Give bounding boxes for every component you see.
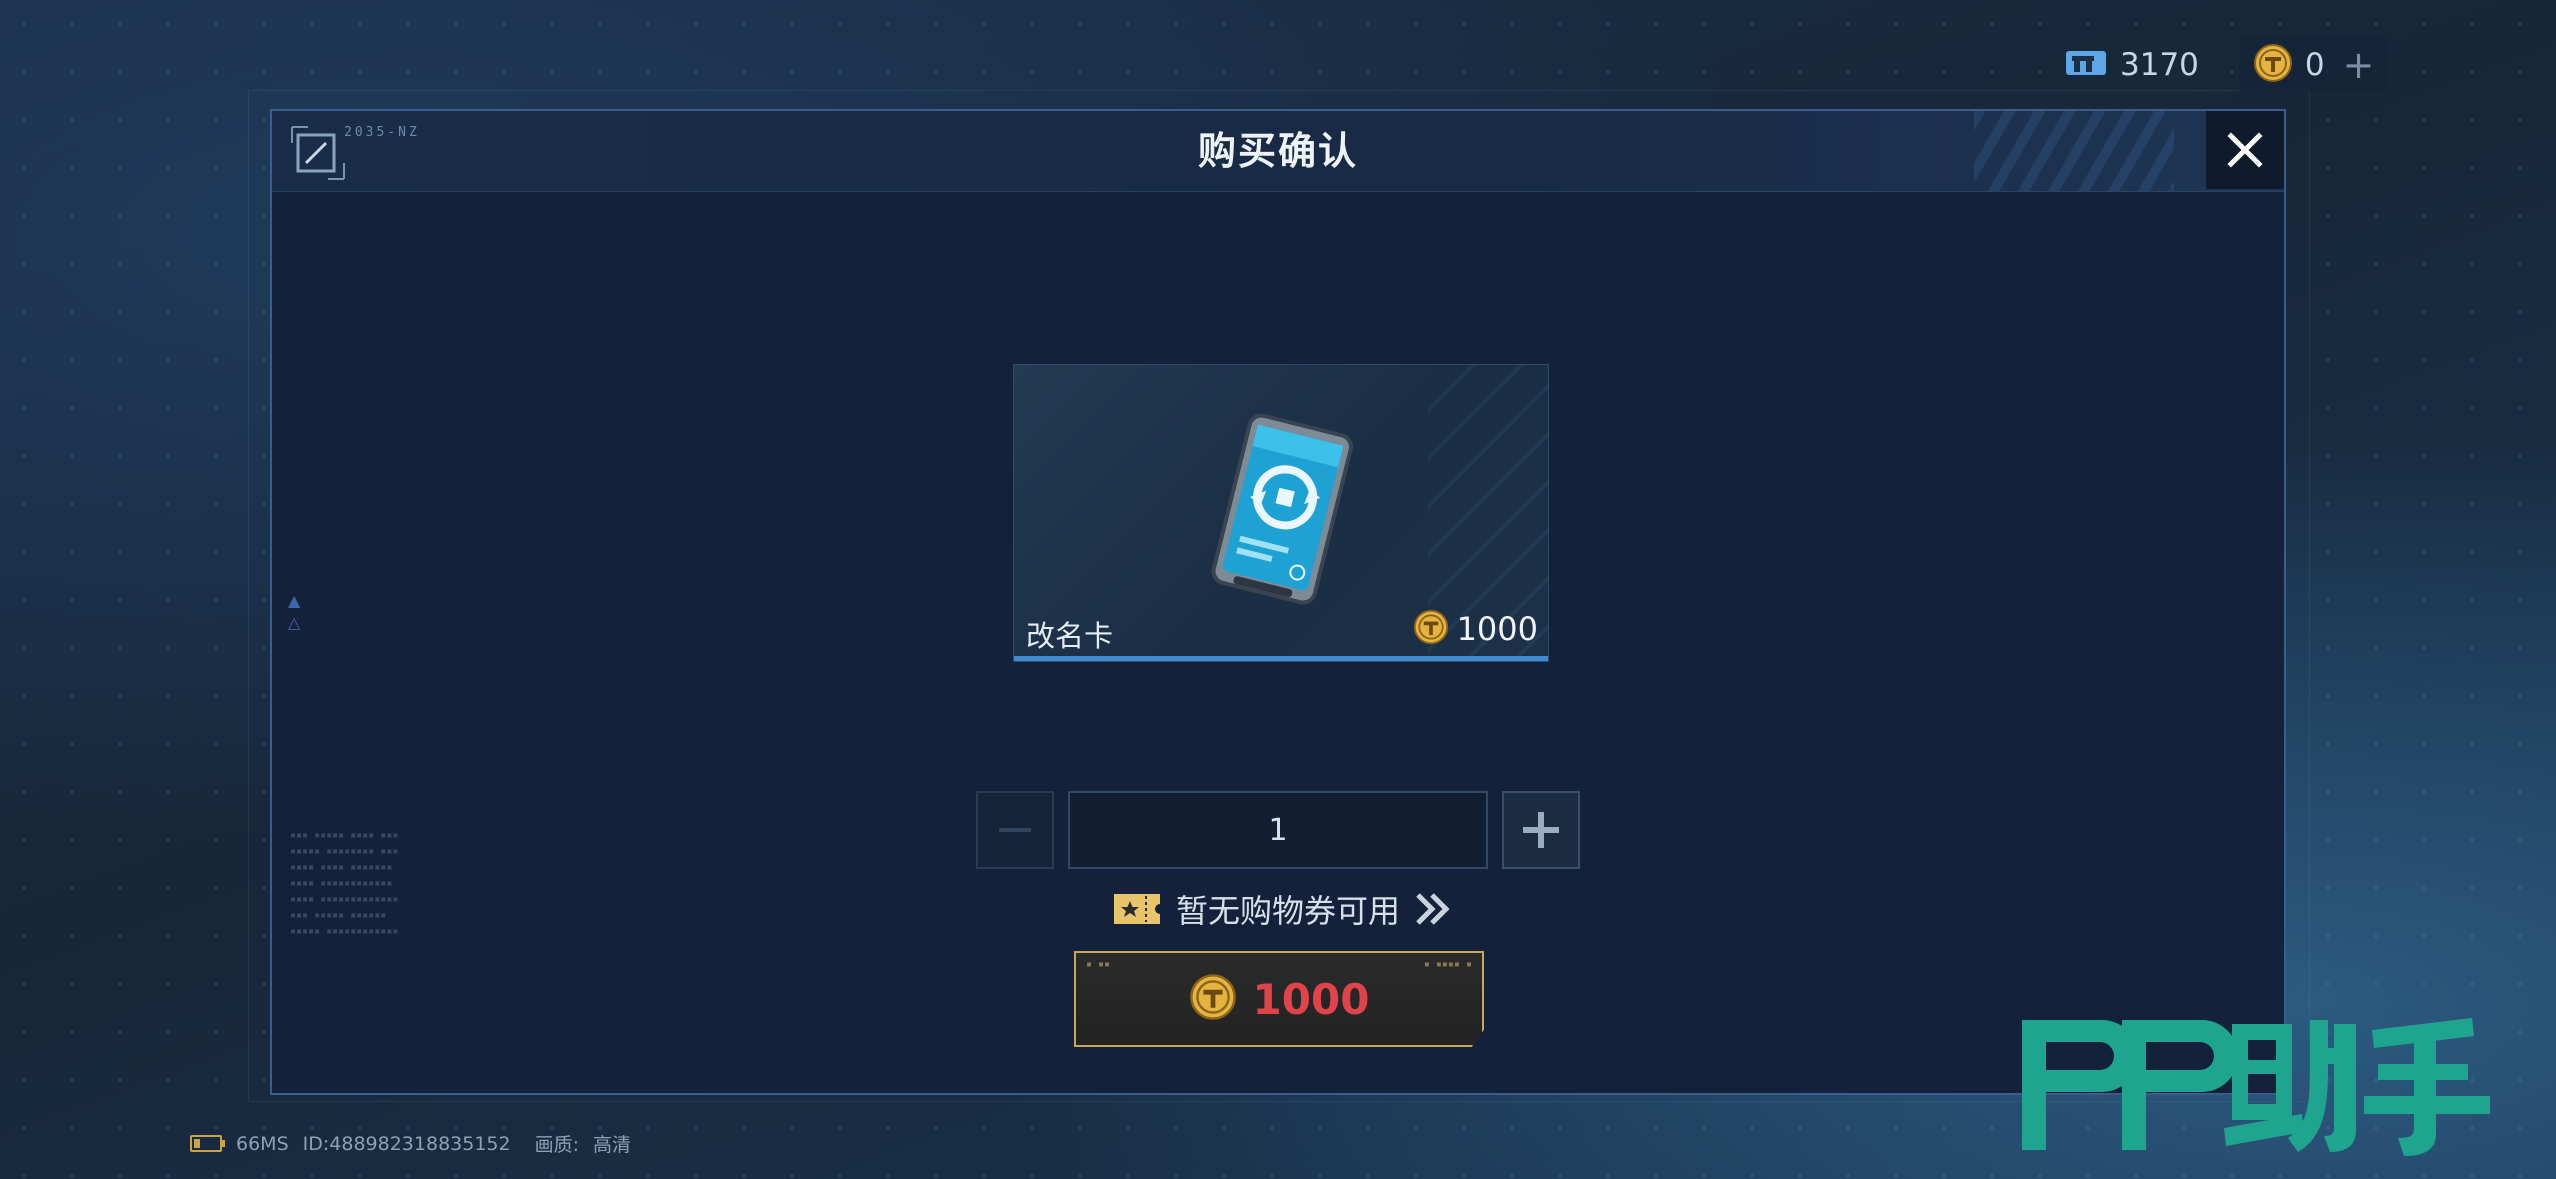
plus-icon[interactable]: + — [2343, 46, 2375, 84]
dialog-header: 2035-NZ 购买确认 — [272, 111, 2284, 192]
plus-icon — [1523, 812, 1559, 848]
minus-icon — [999, 828, 1031, 832]
gold-coin-icon — [1189, 973, 1237, 1025]
gold-coin-icon — [2253, 43, 2293, 87]
buy-price-value: 1000 — [1252, 974, 1370, 1024]
rename-card-icon — [1211, 413, 1353, 605]
item-card: 改名卡 1000 — [1013, 364, 1549, 662]
item-price-value: 1000 — [1456, 610, 1538, 648]
quantity-plus-button[interactable] — [1502, 791, 1580, 869]
ticket-currency-value: 3170 — [2120, 47, 2199, 83]
item-price: 1000 — [1413, 609, 1538, 649]
coupon-selector[interactable]: 暂无购物券可用 — [1112, 885, 1454, 933]
buy-button-corner-decor: ▪ ▪▪ — [1086, 959, 1111, 970]
background-log-decor: ▪▪▪ ▪▪▪▪▪ ▪▪▪▪ ▪▪▪ ▪▪▪▪▪ ▪▪▪▪▪▪▪▪ ▪▪▪ ▪▪▪▪… — [290, 830, 399, 937]
buy-button-corner-decor: ▪ ▪▪▪▪ ▪ — [1423, 959, 1472, 970]
ticket-currency: 3170 — [2050, 38, 2213, 92]
side-triangle-decor: ▲ △ — [288, 591, 301, 632]
currency-bar: 3170 0 + — [2050, 38, 2389, 92]
double-chevron-right-icon — [1416, 893, 1450, 925]
quantity-minus-button[interactable] — [976, 791, 1054, 869]
player-id-label: ID:488982318835152 — [302, 1132, 511, 1155]
latency-label: 66MS — [236, 1132, 289, 1155]
status-bar: 66MS ID:488982318835152 画质: 高清 — [190, 1130, 631, 1157]
close-icon — [2227, 132, 2263, 168]
dialog-title: 购买确认 — [1197, 129, 1358, 173]
quality-value: 高清 — [593, 1134, 632, 1156]
quality-label: 画质: — [534, 1134, 580, 1156]
gold-coin-icon — [1413, 609, 1449, 649]
card-rarity-bar — [1014, 656, 1548, 661]
coin-currency-value: 0 — [2304, 47, 2325, 83]
quantity-input[interactable] — [1068, 791, 1488, 869]
pp-assistant-watermark-logo — [2022, 1018, 2490, 1156]
battery-icon — [190, 1135, 225, 1152]
ticket-currency-icon — [2064, 47, 2108, 83]
coin-currency: 0 + — [2238, 38, 2389, 92]
coupon-ticket-icon — [1114, 894, 1160, 924]
close-button[interactable] — [2206, 111, 2284, 189]
buy-button[interactable]: ▪ ▪▪ ▪ ▪▪▪▪ ▪ 1000 — [1074, 951, 1484, 1047]
item-name: 改名卡 — [1026, 619, 1114, 653]
coupon-status-text: 暂无购物券可用 — [1176, 892, 1401, 930]
